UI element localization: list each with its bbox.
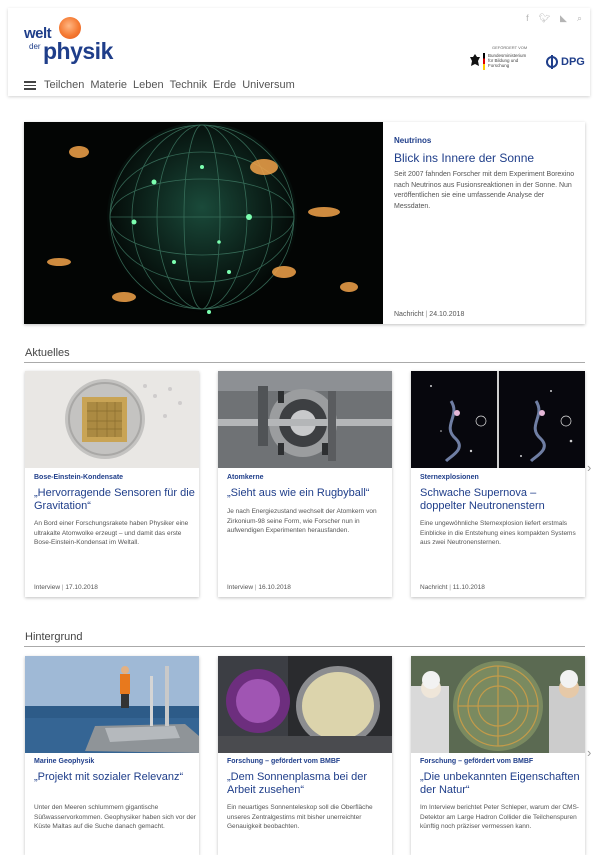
card-teaser: Im Interview berichtet Peter Schleper, w… — [420, 804, 579, 831]
card-meta: Interview | 16.10.2018 — [227, 584, 291, 591]
card-image[interactable] — [25, 371, 199, 468]
hero-category[interactable]: Neutrinos — [394, 136, 431, 145]
card-teaser: Eine ungewöhnliche Sternexplosion liefer… — [420, 520, 576, 547]
card-image[interactable] — [218, 656, 392, 753]
section-heading-aktuelles: Aktuelles — [25, 347, 70, 359]
card-title[interactable]: „Projekt mit sozialer Relevanz“ — [34, 771, 199, 784]
card-title[interactable]: „Dem Sonnenplasma bei der Arbeit zusehen… — [227, 771, 392, 797]
hero-type: Nachricht — [394, 311, 424, 318]
card-category[interactable]: Bose-Einstein-Kondensate — [34, 474, 123, 481]
card-date: 17.10.2018 — [65, 584, 98, 591]
card-category[interactable]: Sternexplosionen — [420, 474, 479, 481]
logo-orb-icon — [59, 17, 81, 39]
card-category[interactable]: Marine Geophysik — [34, 758, 94, 765]
carousel-next-icon[interactable]: › — [587, 460, 591, 475]
card-image[interactable] — [411, 656, 585, 753]
ministry-name[interactable]: Bundesministerium für Bildung und Forsch… — [488, 53, 526, 68]
nav-item-leben[interactable]: Leben — [133, 79, 164, 92]
card-title[interactable]: „Sieht aus wie ein Rugbyball“ — [227, 487, 392, 500]
card-teaser: Je nach Energiezustand wechselt der Atom… — [227, 508, 377, 535]
social-bar: f 🐦︎ ◣ ⌕ — [526, 12, 582, 24]
card-teaser: An Bord einer Forschungsrakete haben Phy… — [34, 520, 189, 547]
card-title[interactable]: „Die unbekannten Eigenschaften der Natur… — [420, 771, 585, 797]
nav-item-erde[interactable]: Erde — [213, 79, 236, 92]
section-divider — [24, 362, 585, 363]
sponsor-caption: GEFÖRDERT VOM — [492, 45, 528, 50]
dpg-label: DPG — [561, 56, 585, 68]
dpg-logo[interactable]: DPG — [546, 55, 585, 69]
card-image[interactable] — [411, 371, 585, 468]
twitter-icon[interactable]: 🐦︎ — [539, 12, 550, 24]
card-image[interactable] — [218, 371, 392, 468]
nav-item-universum[interactable]: Universum — [242, 79, 295, 92]
card-type: Nachricht — [420, 584, 448, 591]
card-category[interactable]: Forschung – gefördert vom BMBF — [227, 758, 340, 765]
hero-image[interactable] — [24, 122, 383, 324]
hero-date: 24.10.2018 — [429, 311, 465, 318]
nav-item-teilchen[interactable]: Teilchen — [44, 79, 84, 92]
logo-der: der — [29, 42, 41, 51]
card-title[interactable]: Schwache Supernova – doppelter Neutronen… — [420, 487, 585, 513]
nav-item-technik[interactable]: Technik — [170, 79, 207, 92]
facebook-icon[interactable]: f — [526, 12, 529, 24]
section-heading-hintergrund: Hintergrund — [25, 631, 83, 643]
card-meta: Nachricht | 11.10.2018 — [420, 584, 485, 591]
hero-meta: Nachricht | 24.10.2018 — [394, 311, 465, 318]
card-meta: Interview | 17.10.2018 — [34, 584, 98, 591]
nav-item-materie[interactable]: Materie — [90, 79, 127, 92]
rss-icon[interactable]: ◣ — [560, 12, 567, 24]
main-nav: Teilchen Materie Leben Technik Erde Univ… — [44, 79, 295, 92]
card-title[interactable]: „Hervorragende Sensoren für die Gravitat… — [34, 487, 199, 513]
hamburger-menu-icon[interactable] — [24, 81, 36, 90]
card-date: 11.10.2018 — [452, 584, 485, 591]
logo-physik[interactable]: physik — [43, 38, 113, 65]
card-category[interactable]: Atomkerne — [227, 474, 264, 481]
card-teaser: Ein neuartiges Sonnenteleskop soll die O… — [227, 804, 373, 831]
card-category[interactable]: Forschung – gefördert vom BMBF — [420, 758, 533, 765]
search-icon[interactable]: ⌕ — [577, 12, 582, 24]
carousel-next-icon[interactable]: › — [587, 745, 591, 760]
hero-title[interactable]: Blick ins Innere der Sonne — [394, 151, 534, 165]
card-image[interactable] — [25, 656, 199, 753]
flag-stripe — [483, 53, 485, 70]
card-type: Interview — [34, 584, 61, 591]
card-type: Interview — [227, 584, 254, 591]
card-teaser: Unter den Meeren schlummern gigantische … — [34, 804, 196, 831]
card-date: 16.10.2018 — [258, 584, 291, 591]
eagle-icon — [470, 54, 480, 66]
hero-teaser: Seit 2007 fahnden Forscher mit dem Exper… — [394, 171, 575, 210]
section-divider — [24, 646, 585, 647]
dpg-mark-icon — [546, 55, 558, 69]
